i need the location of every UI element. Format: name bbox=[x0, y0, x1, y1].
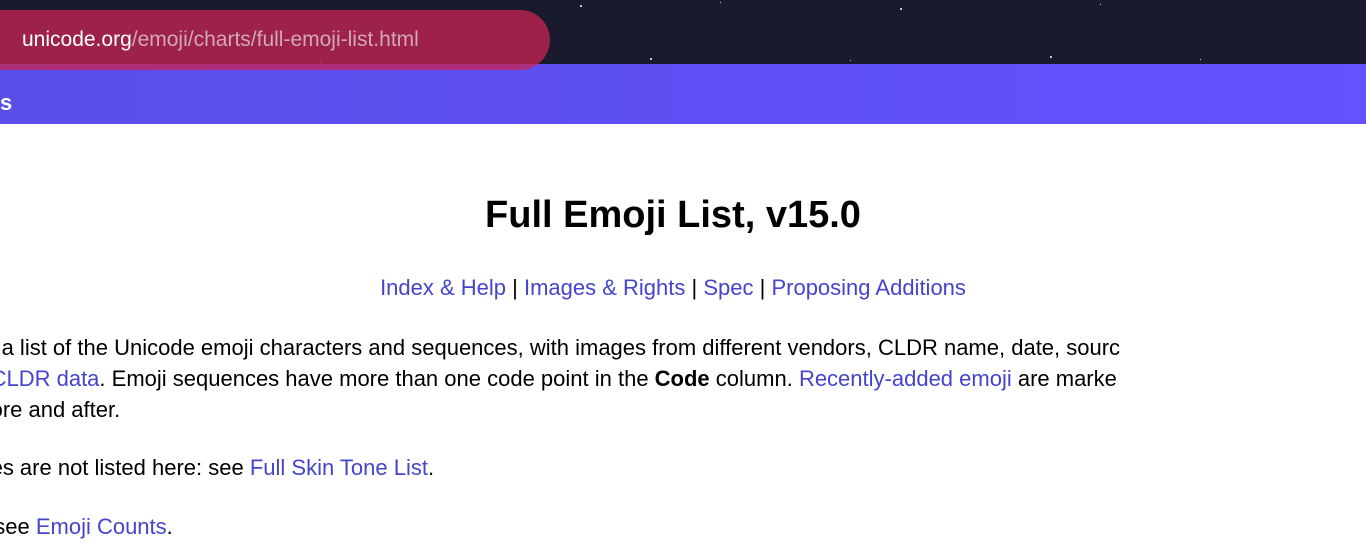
url-text: unicode.org/emoji/charts/full-emoji-list… bbox=[22, 28, 419, 52]
link-recently-added[interactable]: Recently-added emoji bbox=[799, 366, 1012, 391]
site-nav-bar: s bbox=[0, 64, 1366, 124]
link-index-help[interactable]: Index & Help bbox=[380, 275, 506, 300]
link-spec[interactable]: Spec bbox=[703, 275, 753, 300]
link-skin-tone-list[interactable]: Full Skin Tone List bbox=[250, 455, 428, 480]
text-bold-code: Code bbox=[655, 366, 710, 391]
nav-sep: | bbox=[754, 275, 772, 300]
link-emoji-counts[interactable]: Emoji Counts bbox=[36, 514, 167, 539]
paragraph-2: tones are not listed here: see Full Skin… bbox=[0, 453, 1366, 484]
text-fragment: oji, see bbox=[0, 514, 36, 539]
text-fragment: before and after. bbox=[0, 397, 120, 422]
url-domain: unicode.org bbox=[22, 28, 132, 51]
text-fragment: are marke bbox=[1012, 366, 1117, 391]
text-fragment: . bbox=[167, 514, 173, 539]
page-title: Full Emoji List, v15.0 bbox=[0, 194, 1366, 237]
link-proposing-additions[interactable]: Proposing Additions bbox=[771, 275, 965, 300]
url-bar-highlight[interactable]: unicode.org/emoji/charts/full-emoji-list… bbox=[0, 10, 550, 70]
page-nav-links: Index & Help | Images & Rights | Spec | … bbox=[0, 275, 1366, 301]
text-fragment: des a list of the Unicode emoji characte… bbox=[0, 335, 1120, 360]
paragraph-1: des a list of the Unicode emoji characte… bbox=[0, 333, 1366, 425]
text-fragment: column. bbox=[710, 366, 799, 391]
nav-sep: | bbox=[506, 275, 524, 300]
url-path: /emoji/charts/full-emoji-list.html bbox=[132, 28, 419, 51]
link-images-rights[interactable]: Images & Rights bbox=[524, 275, 685, 300]
page-content: Full Emoji List, v15.0 Index & Help | Im… bbox=[0, 124, 1366, 543]
link-cldr-data[interactable]: de CLDR data bbox=[0, 366, 99, 391]
text-fragment: tones are not listed here: see bbox=[0, 455, 250, 480]
nav-sep: | bbox=[685, 275, 703, 300]
browser-chrome: unicode.org/emoji/charts/full-emoji-list… bbox=[0, 0, 1366, 64]
paragraph-3: oji, see Emoji Counts. bbox=[0, 512, 1366, 543]
text-fragment: . bbox=[428, 455, 434, 480]
text-fragment: . Emoji sequences have more than one cod… bbox=[99, 366, 654, 391]
nav-fragment: s bbox=[0, 72, 12, 116]
